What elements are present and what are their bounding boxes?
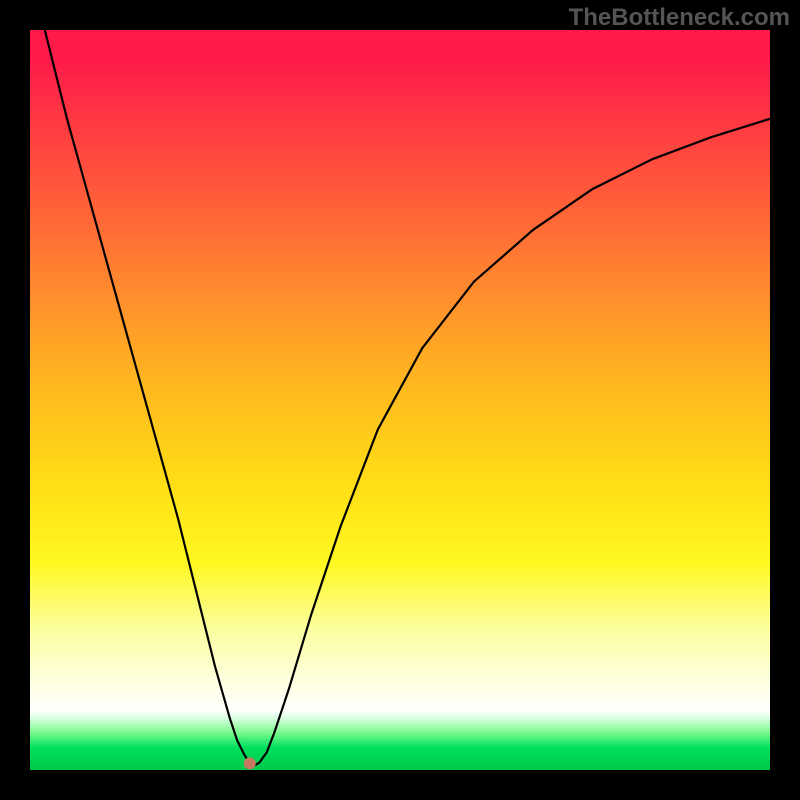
plot-area <box>30 30 770 770</box>
minimum-marker <box>244 757 256 769</box>
chart-svg <box>30 30 770 770</box>
curve-path <box>45 30 770 766</box>
watermark-text: TheBottleneck.com <box>569 4 790 32</box>
